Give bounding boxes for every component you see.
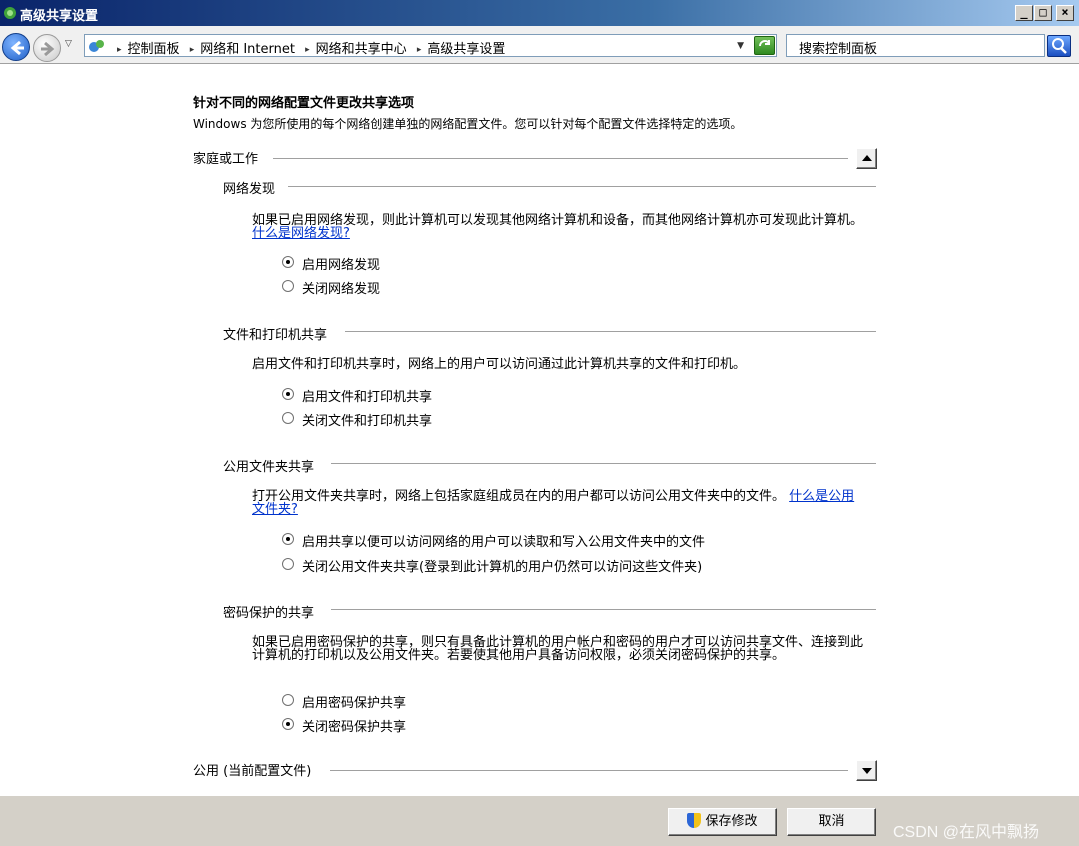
forward-button[interactable] xyxy=(33,34,61,62)
refresh-icon xyxy=(759,40,770,47)
recent-pages-dropdown-icon[interactable]: ▽ xyxy=(65,39,72,49)
radio-label: 启用文件和打印机共享 xyxy=(302,390,433,405)
refresh-button[interactable] xyxy=(754,36,775,55)
radio-label: 启用密码保护共享 xyxy=(302,696,407,711)
radio-button-checked[interactable] xyxy=(282,533,294,545)
divider xyxy=(288,186,876,187)
network-app-icon xyxy=(4,7,16,19)
divider xyxy=(273,158,848,159)
radio-label: 关闭网络发现 xyxy=(302,282,381,297)
divider xyxy=(331,463,876,464)
settings-panel: 针对不同的网络配置文件更改共享选项 Windows 为您所使用的每个网络创建单独… xyxy=(0,65,1079,796)
breadcrumb-separator-icon[interactable]: ▸ xyxy=(417,45,422,55)
back-arrow-icon xyxy=(10,40,24,56)
back-button[interactable] xyxy=(2,33,30,61)
search-icon xyxy=(1052,38,1067,54)
radio-label: 关闭密码保护共享 xyxy=(302,720,407,735)
collapse-home-profile-button[interactable] xyxy=(856,148,877,169)
breadcrumb-item-control-panel[interactable]: 控制面板 xyxy=(128,42,180,57)
fileprint-description: 启用文件和打印机共享时，网络上的用户可以访问通过此计算机共享的文件和打印机。 xyxy=(252,357,747,372)
breadcrumb-item-network-center[interactable]: 网络和共享中心 xyxy=(316,42,407,57)
radio-button[interactable] xyxy=(282,558,294,570)
radio-label: 关闭公用文件夹共享(登录到此计算机的用户仍然可以访问这些文件夹) xyxy=(302,560,703,575)
password-description: 如果已启用密码保护的共享，则只有具备此计算机的用户帐户和密码的用户才可以访问共享… xyxy=(252,635,864,663)
save-changes-button[interactable]: 保存修改 xyxy=(668,808,777,836)
radio-button[interactable] xyxy=(282,694,294,706)
address-dropdown-icon[interactable]: ▼ xyxy=(737,41,744,51)
publicfolder-text: 打开公用文件夹共享时，网络上包括家庭组成员在内的用户都可以访问公用文件夹中的文件… xyxy=(252,489,786,504)
discovery-header: 网络发现 xyxy=(223,182,276,197)
uac-shield-icon xyxy=(687,813,702,828)
breadcrumb-separator-icon[interactable]: ▸ xyxy=(190,45,195,55)
address-input[interactable]: ▸ 控制面板 ▸ 网络和 Internet ▸ 网络和共享中心 ▸ 高级共享设置 ▼ xyxy=(84,34,777,57)
password-header: 密码保护的共享 xyxy=(223,606,315,621)
title-bar: 高级共享设置 _ □ × xyxy=(0,0,1079,26)
radio-label: 关闭文件和打印机共享 xyxy=(302,414,433,429)
fileprint-header: 文件和打印机共享 xyxy=(223,328,328,343)
radio-button-checked[interactable] xyxy=(282,718,294,730)
footer-bar: 保存修改 取消 CSDN @在风中飘扬 xyxy=(0,796,1079,846)
network-globe-icon xyxy=(89,40,104,52)
divider xyxy=(345,331,876,332)
expand-public-profile-button[interactable] xyxy=(856,760,877,781)
breadcrumb: ▸ 控制面板 ▸ 网络和 Internet ▸ 网络和共享中心 ▸ 高级共享设置 xyxy=(111,38,505,57)
window-title: 高级共享设置 xyxy=(20,9,99,24)
discovery-description: 如果已启用网络发现，则此计算机可以发现其他网络计算机和设备，而其他网络计算机亦可… xyxy=(252,214,867,240)
radio-label: 启用共享以便可以访问网络的用户可以读取和写入公用文件夹中的文件 xyxy=(302,535,706,550)
forward-arrow-icon xyxy=(41,41,55,57)
page-description: Windows 为您所使用的每个网络创建单独的网络配置文件。您可以针对每个配置文… xyxy=(193,117,743,131)
page-title: 针对不同的网络配置文件更改共享选项 xyxy=(193,96,415,111)
radio-button[interactable] xyxy=(282,280,294,292)
divider xyxy=(331,609,876,610)
search-input[interactable]: 搜索控制面板 xyxy=(786,34,1045,57)
search-placeholder: 搜索控制面板 xyxy=(799,42,878,57)
chevron-down-icon xyxy=(862,768,872,774)
breadcrumb-item-advanced-sharing[interactable]: 高级共享设置 xyxy=(427,42,505,57)
breadcrumb-separator-icon[interactable]: ▸ xyxy=(305,45,310,55)
save-label: 保存修改 xyxy=(705,814,758,829)
radio-label: 启用网络发现 xyxy=(302,258,381,273)
profile-public-header: 公用 (当前配置文件) xyxy=(193,764,312,779)
breadcrumb-item-network-internet[interactable]: 网络和 Internet xyxy=(200,42,295,57)
cancel-button[interactable]: 取消 xyxy=(787,808,876,836)
publicfolder-header: 公用文件夹共享 xyxy=(223,460,315,475)
radio-button[interactable] xyxy=(282,412,294,424)
radio-button-checked[interactable] xyxy=(282,388,294,400)
radio-button-checked[interactable] xyxy=(282,256,294,268)
search-button[interactable] xyxy=(1047,35,1071,57)
divider xyxy=(330,770,848,771)
watermark: CSDN @在风中飘扬 xyxy=(893,824,1040,841)
chevron-up-icon xyxy=(862,155,872,161)
publicfolder-description: 打开公用文件夹共享时，网络上包括家庭组成员在内的用户都可以访问公用文件夹中的文件… xyxy=(252,490,867,516)
close-button[interactable]: × xyxy=(1056,5,1074,21)
address-toolbar: ▽ ▸ 控制面板 ▸ 网络和 Internet ▸ 网络和共享中心 ▸ 高级共享设置 ▼… xyxy=(0,26,1079,64)
profile-home-header: 家庭或工作 xyxy=(193,152,259,167)
maximize-button[interactable]: □ xyxy=(1034,5,1052,21)
minimize-button[interactable]: _ xyxy=(1015,5,1033,21)
breadcrumb-separator-icon: ▸ xyxy=(117,45,122,55)
discovery-help-link[interactable]: 什么是网络发现? xyxy=(252,226,350,241)
